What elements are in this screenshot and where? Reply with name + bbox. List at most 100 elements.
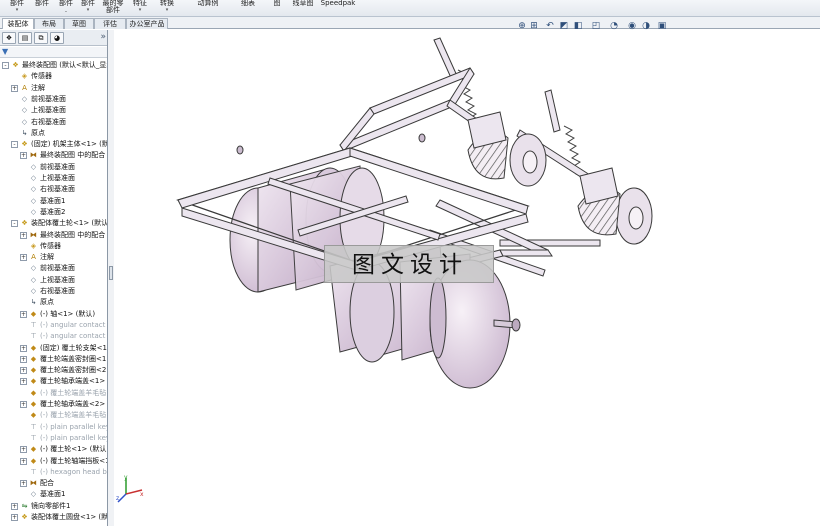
expand-icon[interactable]: + bbox=[20, 355, 27, 363]
tree-item[interactable]: + ◆ (-) 覆土轮轴端挡板<1 bbox=[0, 456, 107, 467]
tree-item[interactable]: ⊤ (-) plain parallel key bbox=[0, 422, 107, 433]
command-tab[interactable]: 办公室产品 bbox=[126, 18, 168, 29]
tree-item[interactable]: ◇ 基准面2 bbox=[0, 207, 107, 218]
tree-item[interactable]: ◇ 右视基准面 bbox=[0, 117, 107, 128]
display-style-icon[interactable]: ◰ bbox=[590, 20, 602, 32]
tree-item[interactable]: ◇ 上视基准面 bbox=[0, 105, 107, 116]
edit-appearance-icon[interactable]: ◉ bbox=[626, 20, 638, 32]
tree-item[interactable]: ◇ 右视基准面 bbox=[0, 286, 107, 297]
tree-item[interactable]: + ◆ (固定) 覆土轮支架<1> bbox=[0, 343, 107, 354]
tree-item[interactable]: ◈ 传感器 bbox=[0, 241, 107, 252]
ribbon-button[interactable]: 线草图 bbox=[290, 0, 316, 16]
tree-item[interactable]: + ◆ 覆土轮端盖密封圈<1> bbox=[0, 354, 107, 365]
tree-item[interactable]: + ⇋ 镜向零部件1 bbox=[0, 501, 107, 512]
ribbon-button[interactable]: 细表 bbox=[236, 0, 260, 16]
expand-icon[interactable]: + bbox=[11, 84, 18, 92]
expand-icon[interactable]: + bbox=[20, 231, 27, 239]
command-tab[interactable]: 装配体 bbox=[2, 18, 34, 29]
expand-icon[interactable]: + bbox=[20, 344, 27, 352]
collapse-icon[interactable]: - bbox=[11, 141, 18, 149]
configuration-tab-icon[interactable]: ⧉ bbox=[34, 32, 48, 44]
tree-item[interactable]: ◇ 上视基准面 bbox=[0, 173, 107, 184]
ribbon-button[interactable]: 转换 ▾ bbox=[154, 0, 180, 16]
tree-item[interactable]: ⊤ (-) angular contact b bbox=[0, 331, 107, 342]
bolt-1[interactable] bbox=[236, 145, 244, 155]
expand-icon[interactable]: + bbox=[20, 310, 27, 318]
apply-scene-icon[interactable]: ◑ bbox=[640, 20, 652, 32]
hide-show-icon[interactable]: ◔ bbox=[608, 20, 620, 32]
dropdown-arrow-icon[interactable]: ▾ bbox=[128, 7, 152, 14]
ribbon-button[interactable]: 特征 ▾ bbox=[128, 0, 152, 16]
tree-item[interactable]: - ❖ 最终装配图 (默认<默认_显示 bbox=[0, 60, 107, 71]
tree-item[interactable]: ◇ 前视基准面 bbox=[0, 94, 107, 105]
expand-icon[interactable]: + bbox=[20, 378, 27, 386]
ribbon-button[interactable]: 动算例 bbox=[184, 0, 232, 16]
dropdown-arrow-icon[interactable]: ▾ bbox=[6, 7, 28, 14]
command-tab[interactable]: 评估 bbox=[94, 18, 126, 29]
tree-item[interactable]: ◇ 基准面1 bbox=[0, 489, 107, 500]
tree-item[interactable]: + ⧓ 最终装配图 中的配合 bbox=[0, 230, 107, 241]
tree-item[interactable]: ◇ 上视基准面 bbox=[0, 275, 107, 286]
ribbon-button[interactable]: 最的零 部件 bbox=[100, 0, 126, 16]
expand-icon[interactable]: + bbox=[20, 152, 27, 160]
tree-item[interactable]: ◇ 右视基准面 bbox=[0, 184, 107, 195]
gauge-wheel-1-hub[interactable] bbox=[522, 150, 538, 174]
ribbon-button[interactable]: 部件 . bbox=[56, 0, 76, 16]
dropdown-arrow-icon[interactable]: ▾ bbox=[154, 7, 180, 14]
assembly-model[interactable] bbox=[176, 37, 653, 389]
expand-icon[interactable]: + bbox=[20, 446, 27, 454]
tree-item[interactable]: - ❖ 装配体覆土轮<1> (默认< bbox=[0, 218, 107, 229]
expand-icon[interactable]: + bbox=[11, 514, 18, 521]
propertymanager-tab-icon[interactable]: ▤ bbox=[18, 32, 32, 44]
ribbon-button[interactable]: 图 bbox=[266, 0, 288, 16]
bolt-2[interactable] bbox=[418, 133, 426, 143]
collapse-panel-icon[interactable]: » bbox=[100, 32, 106, 42]
tree-item[interactable]: + ❖ 装配体覆土圆盘<1> (默认 bbox=[0, 512, 107, 523]
command-tab[interactable]: 布局 bbox=[34, 18, 64, 29]
frame-post-2[interactable] bbox=[544, 89, 561, 133]
axle-nut[interactable] bbox=[511, 318, 521, 332]
tree-item[interactable]: ⊤ (-) hexagon head bo bbox=[0, 467, 107, 478]
tree-item[interactable]: ⊤ (-) plain parallel key bbox=[0, 433, 107, 444]
view-orientation-icon[interactable]: ◧ bbox=[572, 20, 584, 32]
tree-item[interactable]: + A 注解 bbox=[0, 83, 107, 94]
tree-item[interactable]: ◇ 基准面1 bbox=[0, 196, 107, 207]
ribbon-button[interactable]: 部件 bbox=[32, 0, 52, 16]
expand-icon[interactable]: + bbox=[20, 367, 27, 375]
frame-box-lower-right[interactable] bbox=[499, 249, 553, 257]
tree-item[interactable]: + ⧓ 配合 bbox=[0, 478, 107, 489]
featuremanager-tab-icon[interactable]: ❖ bbox=[2, 32, 16, 44]
tree-item[interactable]: + ⧓ 最终装配图 中的配合 bbox=[0, 150, 107, 161]
collapse-icon[interactable]: - bbox=[11, 220, 18, 228]
reference-triad[interactable]: y x z bbox=[116, 474, 146, 504]
previous-view-icon[interactable]: ↶ bbox=[544, 20, 556, 32]
tree-item[interactable]: + ◆ 覆土轮轴承端盖<2> ( bbox=[0, 399, 107, 410]
frame-post-1[interactable] bbox=[433, 37, 459, 81]
view-settings-icon[interactable]: ▣ bbox=[656, 20, 668, 32]
section-view-icon[interactable]: ◩ bbox=[558, 20, 570, 32]
zoom-fit-icon[interactable]: ⊕ bbox=[516, 20, 528, 32]
tree-item[interactable]: ◇ 前视基准面 bbox=[0, 162, 107, 173]
ribbon-button[interactable]: Speedpak bbox=[318, 0, 358, 16]
tree-item[interactable]: + A 注解 bbox=[0, 252, 107, 263]
tree-item[interactable]: ↳ 原点 bbox=[0, 128, 107, 139]
dropdown-arrow-icon[interactable]: ▾ bbox=[78, 7, 98, 14]
expand-icon[interactable]: + bbox=[11, 502, 18, 510]
expand-icon[interactable]: + bbox=[20, 401, 27, 408]
tree-item[interactable]: - ❖ (固定) 机架主体<1> (默认 bbox=[0, 139, 107, 150]
tree-item[interactable]: ◆ (-) 覆土轮端盖羊毛毡 bbox=[0, 388, 107, 399]
gauge-wheel-2-hub[interactable] bbox=[628, 206, 644, 230]
collapse-icon[interactable]: - bbox=[2, 62, 9, 69]
expand-icon[interactable]: + bbox=[20, 457, 27, 465]
tree-item[interactable]: ◆ (-) 覆土轮端盖羊毛毡 bbox=[0, 410, 107, 421]
zoom-area-icon[interactable]: ⊞ bbox=[528, 20, 540, 32]
tree-item[interactable]: + ◆ 覆土轮端盖密封圈<2> bbox=[0, 365, 107, 376]
ribbon-button[interactable]: 部件 ▾ bbox=[78, 0, 98, 16]
expand-icon[interactable]: + bbox=[20, 254, 27, 262]
tree-item[interactable]: + ◆ (-) 覆土轮<1> (默认< bbox=[0, 444, 107, 455]
tree-item[interactable]: ↳ 原点 bbox=[0, 297, 107, 308]
tree-filter[interactable]: ▼ bbox=[0, 47, 107, 58]
expand-icon[interactable]: + bbox=[20, 480, 27, 488]
command-tab[interactable]: 草图 bbox=[64, 18, 94, 29]
ribbon-button[interactable]: 部件 ▾ bbox=[6, 0, 28, 16]
